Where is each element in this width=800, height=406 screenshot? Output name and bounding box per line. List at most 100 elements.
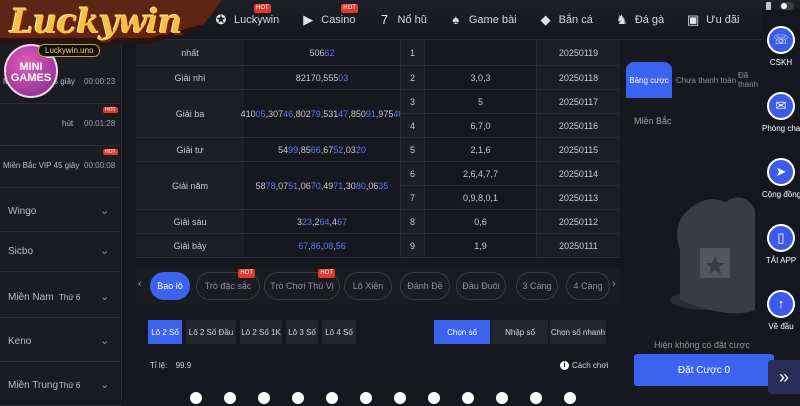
play-icon: ▶ xyxy=(303,12,314,27)
result-idx: 3 xyxy=(400,90,424,114)
number-part: 67 xyxy=(337,216,348,227)
number-part: 307 xyxy=(268,108,284,119)
nav-item-6[interactable]: ▣ Ưu đãi xyxy=(686,13,739,27)
chevron-left-icon[interactable]: ‹ xyxy=(138,278,142,290)
prize-numbers: 58 78, 07 51, 06 70, 49 71, 30 80, 06 35 xyxy=(244,162,400,210)
chevron-down-icon: ⌄ xyxy=(100,245,110,257)
number-ball[interactable] xyxy=(394,392,406,404)
bet-tab-2[interactable]: Trò Chơi Thú Vị HOT xyxy=(264,269,340,300)
number-ball[interactable] xyxy=(428,392,440,404)
region-label: Miền Bắc xyxy=(634,116,672,126)
rate-value: 99.9 xyxy=(175,361,192,370)
number-part: 03 xyxy=(345,144,356,155)
number-part: 06 xyxy=(368,180,379,191)
bet-tab-6[interactable]: 3 Càng xyxy=(516,272,558,300)
menu-wingo[interactable]: Wingo ⌄ xyxy=(0,192,122,232)
bet-tab-1[interactable]: Trò đặc sắc HOT xyxy=(196,269,260,300)
number-ball[interactable] xyxy=(326,392,338,404)
bet-tab-0[interactable]: Bao lô xyxy=(150,272,190,300)
rail-item-3[interactable]: ▯ TẢI APP xyxy=(762,224,800,286)
place-bet-button[interactable]: Đặt Cược 0 xyxy=(634,354,774,386)
tab-paid[interactable]: Đã thanh xyxy=(738,62,760,98)
rail-item-4[interactable]: ↑ Về đầu xyxy=(762,290,800,352)
logo-domain: Luckywin.uno xyxy=(38,44,101,57)
number-part: 78 xyxy=(265,180,276,191)
number-ball[interactable] xyxy=(224,392,236,404)
sub-tab-1[interactable]: Lô 2 Số Đầu xyxy=(186,320,236,344)
number-part: 80 xyxy=(355,180,366,191)
number-ball-row xyxy=(190,392,610,404)
result-row: Giải tư 54 99, 85 66, 67 52, 03 20 5 2,1,6 20250115 xyxy=(136,138,620,162)
number-ball[interactable] xyxy=(190,392,202,404)
game-item-mb-vip-45s[interactable]: HOT Miền Bắc VIP 45 giây 00:00:08 xyxy=(0,146,122,188)
number-part: 58 xyxy=(255,180,266,191)
rail-item-0[interactable]: ☏ CSKH xyxy=(762,26,800,88)
rail-item-2[interactable]: ➤ Cộng đồng xyxy=(762,158,800,220)
headset-icon: ☏ xyxy=(767,26,795,54)
bet-tab-4[interactable]: Đánh Đề xyxy=(400,272,450,300)
nav-item-0[interactable]: ✪ Luckywin HOT xyxy=(214,4,280,27)
notification-icon[interactable] xyxy=(766,2,771,10)
bet-tab-3[interactable]: Lô Xiên xyxy=(344,272,392,300)
sub-tab-4[interactable]: Lô 4 Số xyxy=(322,320,356,344)
prize-numbers: 821 70, 555 03 xyxy=(244,66,400,90)
chevron-right-icon[interactable]: › xyxy=(612,278,616,290)
sub-tab-0[interactable]: Lô 2 Số xyxy=(148,320,182,344)
result-idx: 7 xyxy=(400,186,424,210)
how-to-play-link[interactable]: i Cách chơi xyxy=(560,361,608,370)
bet-tab-label: Lô Xiên xyxy=(352,281,384,291)
chevron-down-icon: ⌄ xyxy=(100,335,110,347)
mode-1[interactable]: Nhập số xyxy=(492,320,548,344)
hot-badge: HOT xyxy=(318,269,335,278)
number-part: 975 xyxy=(378,108,394,119)
number-part: 54 xyxy=(278,144,289,155)
mode-0[interactable]: Chọn số xyxy=(434,320,490,344)
bet-tab-5[interactable]: Đầu Đuôi xyxy=(456,272,506,300)
menu-keno[interactable]: Keno ⌄ xyxy=(0,322,122,362)
menu-label: Wingo xyxy=(8,206,37,217)
number-ball[interactable] xyxy=(530,392,542,404)
number-ball[interactable] xyxy=(360,392,372,404)
number-ball[interactable] xyxy=(462,392,474,404)
number-part: 30 xyxy=(345,180,356,191)
nav-item-2[interactable]: 7 Nổ hũ xyxy=(378,13,427,27)
mode-2[interactable]: Chọn số nhanh xyxy=(550,320,606,344)
arrow-up-icon: ↑ xyxy=(767,290,795,318)
result-res: 2,6,4,7,7 xyxy=(424,162,536,186)
rail-item-1[interactable]: ✉ Phòng cha xyxy=(762,92,800,154)
number-part: 05 xyxy=(255,108,266,119)
tab-bet-slip[interactable]: Bảng cược xyxy=(626,62,672,98)
menu-sicbo[interactable]: Sicbo ⌄ xyxy=(0,232,122,272)
bet-tab-label: Đánh Đề xyxy=(407,281,443,291)
nav-label: Ưu đãi xyxy=(706,14,740,26)
bet-tab-7[interactable]: 4 Càng xyxy=(566,272,610,300)
game-item-hot[interactable]: HOT hút 00:01:28 xyxy=(0,104,122,146)
send-icon: ➤ xyxy=(767,158,795,186)
menu-mien-trung[interactable]: Miền Trung Thứ 6 ⌄ xyxy=(0,366,122,406)
sub-tab-2[interactable]: Lô 2 Số 1K xyxy=(240,320,282,344)
tab-unpaid[interactable]: Chưa thanh toán xyxy=(674,62,738,98)
menu-mien-nam[interactable]: Miền Nam Thứ 6 ⌄ xyxy=(0,278,122,318)
number-part: 47 xyxy=(338,108,349,119)
number-ball[interactable] xyxy=(496,392,508,404)
result-res: 0,6 xyxy=(424,210,536,234)
bet-tab-label: Đầu Đuôi xyxy=(462,281,500,291)
rail-label: CSKH xyxy=(769,58,793,67)
sub-tab-3[interactable]: Lô 3 Số xyxy=(286,320,318,344)
number-ball[interactable] xyxy=(292,392,304,404)
nav-item-4[interactable]: ◆ Bắn cá xyxy=(539,13,593,27)
slot-icon: 7 xyxy=(380,12,389,27)
collapse-panel-icon[interactable]: » xyxy=(768,360,800,394)
number-ball[interactable] xyxy=(258,392,270,404)
nav-item-1[interactable]: ▶ Casino HOT xyxy=(301,4,358,27)
chevron-down-icon: ⌄ xyxy=(100,379,110,391)
number-ball[interactable] xyxy=(564,392,576,404)
nav-item-5[interactable]: ♞ Đá gà xyxy=(615,13,664,27)
result-res: 3,0,3 xyxy=(424,66,536,90)
menu-day: Thứ 6 xyxy=(59,293,81,302)
number-part: 79 xyxy=(310,108,321,119)
luckywin-logo[interactable]: Luckywin Luckywin.uno xyxy=(0,0,222,58)
nav-label: Luckywin xyxy=(234,14,280,26)
theme-toggle[interactable] xyxy=(780,2,794,10)
nav-item-3[interactable]: ♠ Game bài xyxy=(449,13,516,27)
